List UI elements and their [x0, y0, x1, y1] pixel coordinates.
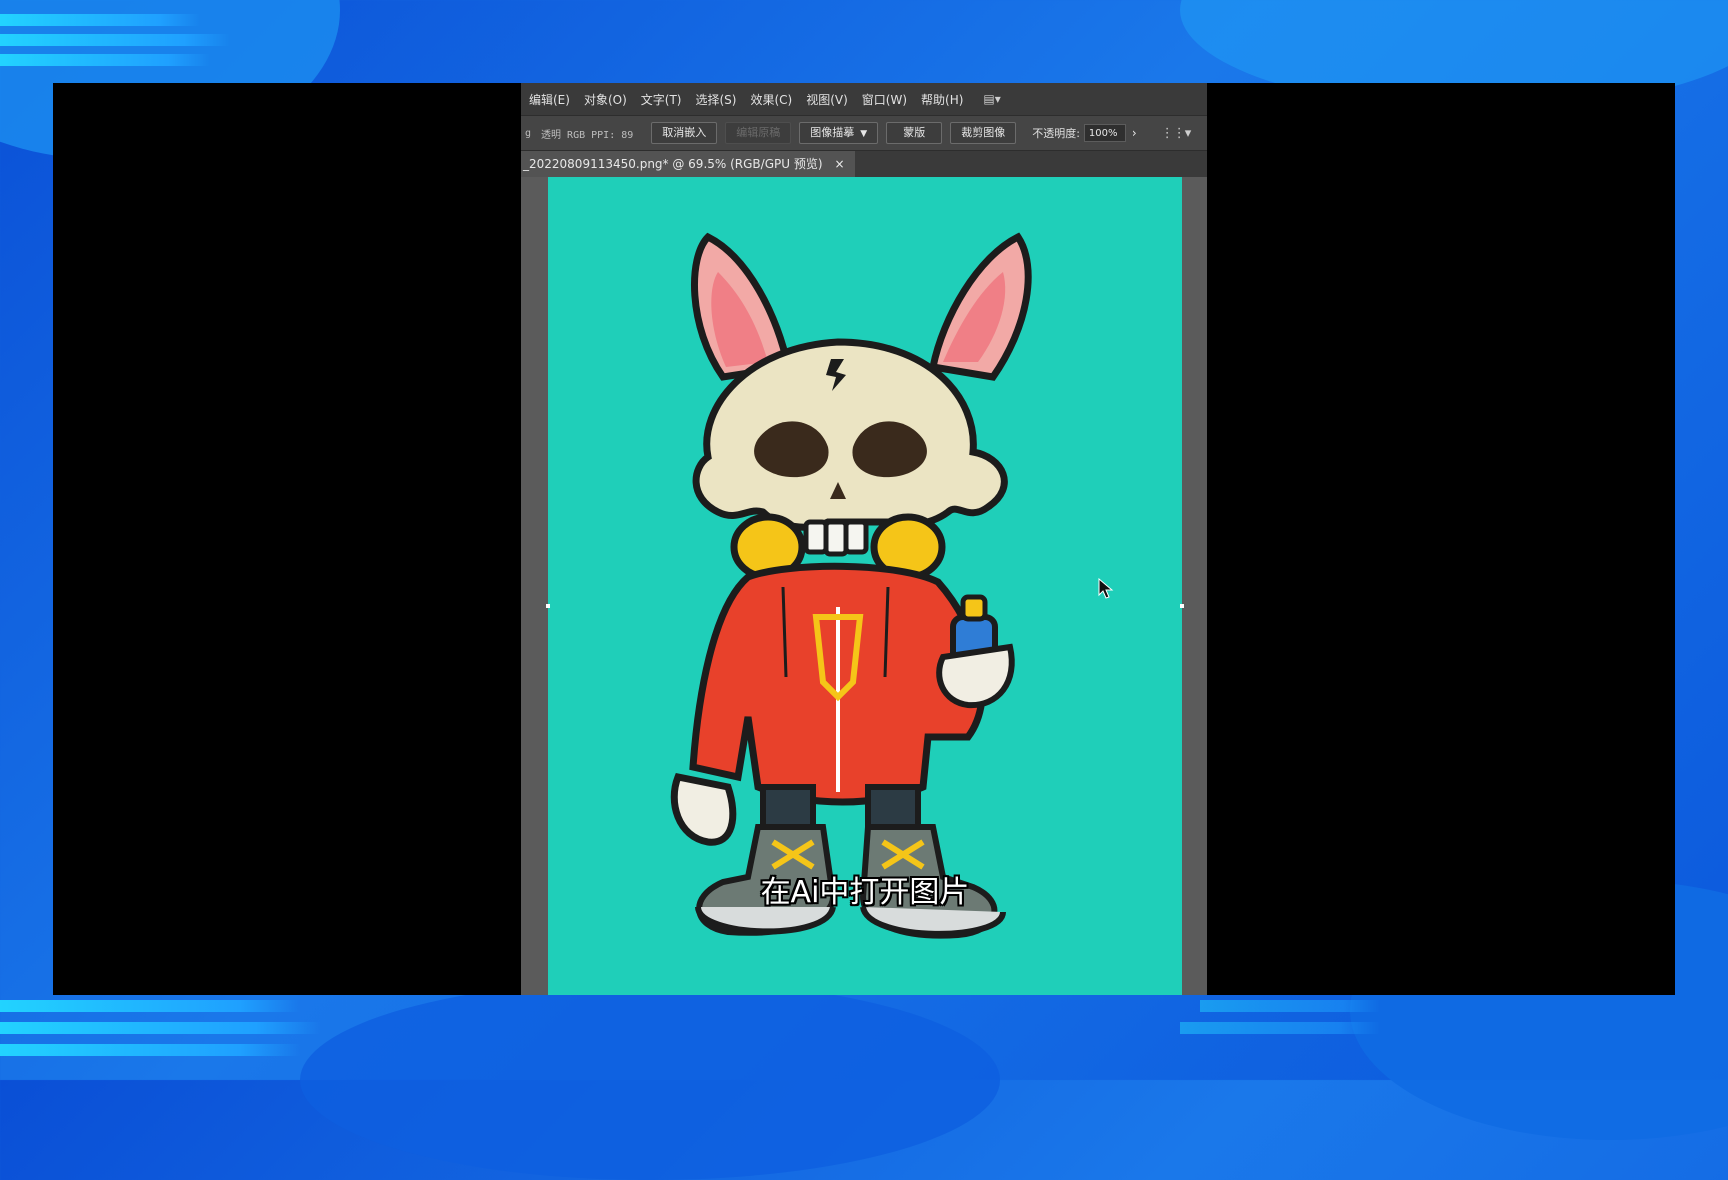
selection-handle-right[interactable] [1180, 604, 1184, 608]
image-trace-button[interactable]: 图像描摹 ▼ [799, 122, 879, 144]
document-tab-title: _20220809113450.png* @ 69.5% (RGB/GPU 预览… [523, 157, 823, 171]
chevron-down-icon[interactable]: ▼ [860, 129, 867, 139]
image-trace-label: 图像描摹 [810, 126, 855, 139]
edit-original-button: 编辑原稿 [725, 122, 792, 144]
document-tab[interactable]: _20220809113450.png* @ 69.5% (RGB/GPU 预览… [521, 151, 855, 177]
image-mode-info: 透明 RGB PPI: 89 [541, 129, 634, 141]
unembed-button[interactable]: 取消嵌入 [651, 122, 718, 144]
menu-view[interactable]: 视图(V) [806, 91, 848, 108]
menu-help[interactable]: 帮助(H) [921, 91, 963, 108]
selection-handle-left[interactable] [546, 604, 550, 608]
video-subtitle: 在Ai中打开图片 [760, 875, 970, 910]
close-icon[interactable]: × [835, 157, 845, 171]
artboard[interactable]: 在Ai中打开图片 [548, 177, 1182, 995]
chevron-right-icon[interactable]: › [1132, 126, 1137, 140]
mask-button[interactable]: 蒙版 [886, 122, 943, 144]
panel-gripper: g [525, 127, 532, 139]
menu-bar: 编辑(E) 对象(O) 文字(T) 选择(S) 效果(C) 视图(V) 窗口(W… [521, 83, 1207, 115]
menu-select[interactable]: 选择(S) [695, 91, 736, 108]
menu-type[interactable]: 文字(T) [641, 91, 682, 108]
video-frame: 编辑(E) 对象(O) 文字(T) 选择(S) 效果(C) 视图(V) 窗口(W… [53, 83, 1675, 995]
menu-effect[interactable]: 效果(C) [750, 91, 792, 108]
opacity-input[interactable]: 100% [1083, 124, 1126, 142]
align-grid-icon[interactable]: ⋮⋮▾ [1161, 126, 1192, 141]
document-tab-bar: _20220809113450.png* @ 69.5% (RGB/GPU 预览… [521, 151, 1207, 177]
mouse-cursor-icon [1098, 578, 1114, 599]
control-bar: g 透明 RGB PPI: 89 取消嵌入 编辑原稿 图像描摹 ▼ 蒙版 裁剪图像… [521, 115, 1207, 151]
illustrator-window: 编辑(E) 对象(O) 文字(T) 选择(S) 效果(C) 视图(V) 窗口(W… [521, 83, 1207, 995]
menu-edit[interactable]: 编辑(E) [529, 91, 570, 108]
opacity-label: 不透明度: [1032, 127, 1080, 140]
workspace-switcher-icon[interactable]: ▤▾ [983, 92, 1000, 106]
menu-window[interactable]: 窗口(W) [862, 91, 907, 108]
crop-image-button[interactable]: 裁剪图像 [950, 122, 1017, 144]
menu-object[interactable]: 对象(O) [584, 91, 627, 108]
